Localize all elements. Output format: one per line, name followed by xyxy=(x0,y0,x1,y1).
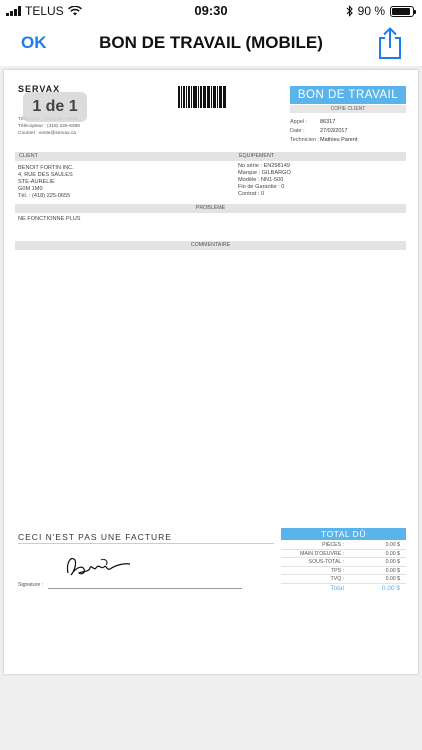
client-postal-code: G0M 1M0 xyxy=(18,186,43,192)
page-indicator: 1 de 1 xyxy=(23,92,87,122)
equipment-model: Modèle : NN1-500 xyxy=(238,177,284,183)
total-row-tvq: TVQ : 0.00 $ xyxy=(281,575,406,584)
client-address: 4, RUE DES SAULES xyxy=(18,172,73,178)
barcode-image xyxy=(178,86,227,108)
client-header: CLIENT xyxy=(19,153,38,159)
document-viewer[interactable]: SERVAX Téléphone : (418) 227-0650 Téléco… xyxy=(0,66,422,750)
equipment-info: No série : EN298149 Marque : GILBARGO Mo… xyxy=(238,163,291,198)
total-row-subtotal: SOUS-TOTAL : 0.00 $ xyxy=(281,558,406,567)
total-due-header: TOTAL DÛ xyxy=(281,528,406,540)
probleme-text: NE FONCTIONNE PLUS xyxy=(18,216,81,222)
total-row-tps: TPS : 0.00 $ xyxy=(281,567,406,576)
company-email: Courriel : vente@servax.ca xyxy=(18,131,76,136)
not-invoice-notice: CECI N'EST PAS UNE FACTURE xyxy=(18,532,172,542)
total-row-value: 0.00 $ xyxy=(385,559,400,566)
total-row-value: 0.00 $ xyxy=(385,550,400,557)
client-info: BENOIT FORTIN INC. 4, RUE DES SAULES STE… xyxy=(18,165,74,200)
appel-label: Appel : xyxy=(290,119,308,125)
total-row-value: 0.00 $ xyxy=(385,542,400,548)
date-row: Date : 27/03/2017 xyxy=(290,127,406,136)
signature-label: Signature : xyxy=(18,582,44,588)
appel-row: Appel : 86317 xyxy=(290,118,406,127)
copy-label: COPIE CLIENT xyxy=(290,105,406,113)
divider xyxy=(18,543,274,544)
total-row-value: 0.00 $ xyxy=(385,567,400,574)
total-row-label: PIÈCES : xyxy=(322,542,344,548)
status-bar: TELUS 09:30 90 % xyxy=(0,0,422,22)
document-title: BON DE TRAVAIL xyxy=(290,86,406,104)
total-row-label: TPS : xyxy=(331,567,344,574)
signature-line xyxy=(48,588,242,589)
company-fax: Télécopieur : (418) 225-6398 xyxy=(18,124,80,129)
order-meta: Appel : 86317 Date : 27/03/2017 Technici… xyxy=(290,118,406,145)
total-label: Total xyxy=(330,584,344,592)
appel-value: 86317 xyxy=(320,119,336,125)
total-row-final: Total 0.00 $ xyxy=(281,584,406,594)
client-city: STE-AURELIE xyxy=(18,179,55,185)
commentaire-header: COMMENTAIRE xyxy=(15,241,406,250)
total-row-pieces: PIÈCES : 0.00 $ xyxy=(281,541,406,550)
total-row-label: MAIN D'OEUVRE : xyxy=(300,550,344,557)
technicien-row: Technicien : Mathieu Parent xyxy=(290,136,406,145)
share-icon[interactable] xyxy=(376,26,404,60)
equipment-contract: Contrat : 0 xyxy=(238,191,265,197)
client-equipment-header: CLIENT ÉQUIPEMENT xyxy=(15,152,406,161)
page-title: BON DE TRAVAIL (MOBILE) xyxy=(99,33,323,52)
technicien-label: Technicien : xyxy=(290,137,320,143)
total-row-value: 0.00 $ xyxy=(385,576,400,583)
equipment-serial: No série : EN298149 xyxy=(238,163,290,169)
signature-image xyxy=(66,557,131,576)
total-row-label: SOUS-TOTAL : xyxy=(308,559,344,566)
client-name: BENOIT FORTIN INC. xyxy=(18,165,74,171)
technicien-value: Mathieu Parent xyxy=(320,137,358,143)
totals-table: PIÈCES : 0.00 $ MAIN D'OEUVRE : 0.00 $ S… xyxy=(281,541,406,594)
date-value: 27/03/2017 xyxy=(320,128,348,134)
navigation-bar: OK BON DE TRAVAIL (MOBILE) xyxy=(0,22,422,66)
total-row-label: TVQ : xyxy=(330,576,344,583)
ok-button[interactable]: OK xyxy=(21,33,47,53)
date-label: Date : xyxy=(290,128,305,134)
total-value: 0.00 $ xyxy=(381,584,400,592)
battery-fill xyxy=(392,7,410,15)
probleme-header: PROBLÈME xyxy=(15,204,406,213)
status-right: 90 % xyxy=(346,4,416,18)
equipment-header: ÉQUIPEMENT xyxy=(239,153,275,159)
equipment-brand: Marque : GILBARGO xyxy=(238,170,291,176)
work-order-document: SERVAX Téléphone : (418) 227-0650 Téléco… xyxy=(4,70,418,674)
equipment-warranty: Fin de Garantie : 0 xyxy=(238,184,285,190)
client-phone: Tél. : (418) 225-0655 xyxy=(18,193,71,199)
bluetooth-icon xyxy=(346,5,353,17)
battery-percent: 90 % xyxy=(357,4,385,18)
total-row-labour: MAIN D'OEUVRE : 0.00 $ xyxy=(281,550,406,559)
battery-icon xyxy=(390,5,416,17)
